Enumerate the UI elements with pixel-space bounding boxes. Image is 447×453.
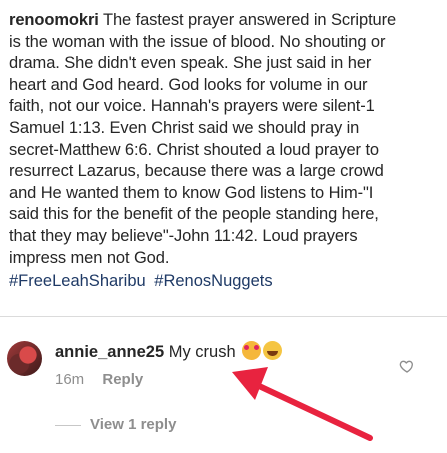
caption-line: that they may believe"-John 11:42. Loud … — [9, 226, 358, 245]
tears-of-joy-emoji — [263, 341, 283, 360]
hashtag-list: #FreeLeahSharibu #RenosNuggets — [9, 271, 439, 292]
comment-time: 16m — [55, 371, 85, 388]
comment-text: My crush — [164, 343, 236, 361]
caption-line: resurrect Lazarus, because there was a l… — [9, 162, 384, 181]
caption-line: is the woman with the issue of blood. No… — [9, 32, 386, 51]
commenter-avatar[interactable] — [7, 341, 42, 376]
heart-icon[interactable] — [399, 358, 415, 374]
hashtag-link[interactable]: #RenosNuggets — [154, 272, 272, 290]
caption-line: faith, not our voice. Hannah's prayers w… — [9, 97, 375, 116]
caption-line: and He wanted them to know God listens t… — [9, 183, 374, 202]
divider — [0, 316, 447, 317]
comment-meta: 16m Reply — [55, 371, 143, 388]
caption-line: drama. She didn't even speak. She just s… — [9, 54, 372, 73]
reply-button[interactable]: Reply — [102, 371, 143, 388]
post-caption: renoomokri The fastest prayer answered i… — [9, 10, 439, 269]
caption-line: impress men not God. — [9, 248, 170, 267]
caption-line: secret-Matthew 6:6. Christ shouted a lou… — [9, 140, 380, 159]
view-replies-line — [55, 425, 81, 426]
caption-line: Samuel 1:13. Even Christ said we should … — [9, 118, 360, 137]
caption-line: heart and God heard. God looks for volum… — [9, 75, 368, 94]
hashtag-link[interactable]: #FreeLeahSharibu — [9, 272, 146, 290]
view-replies-button[interactable]: View 1 reply — [90, 416, 176, 433]
caption-line: said this for the benefit of the people … — [9, 205, 379, 224]
comment-username[interactable]: annie_anne25 — [55, 343, 164, 361]
smiling-face-with-hearts-emoji — [242, 341, 262, 360]
post-username[interactable]: renoomokri — [9, 11, 99, 29]
comment-body: annie_anne25 My crush — [55, 341, 283, 363]
caption-line: The fastest prayer answered in Scripture — [98, 11, 397, 29]
